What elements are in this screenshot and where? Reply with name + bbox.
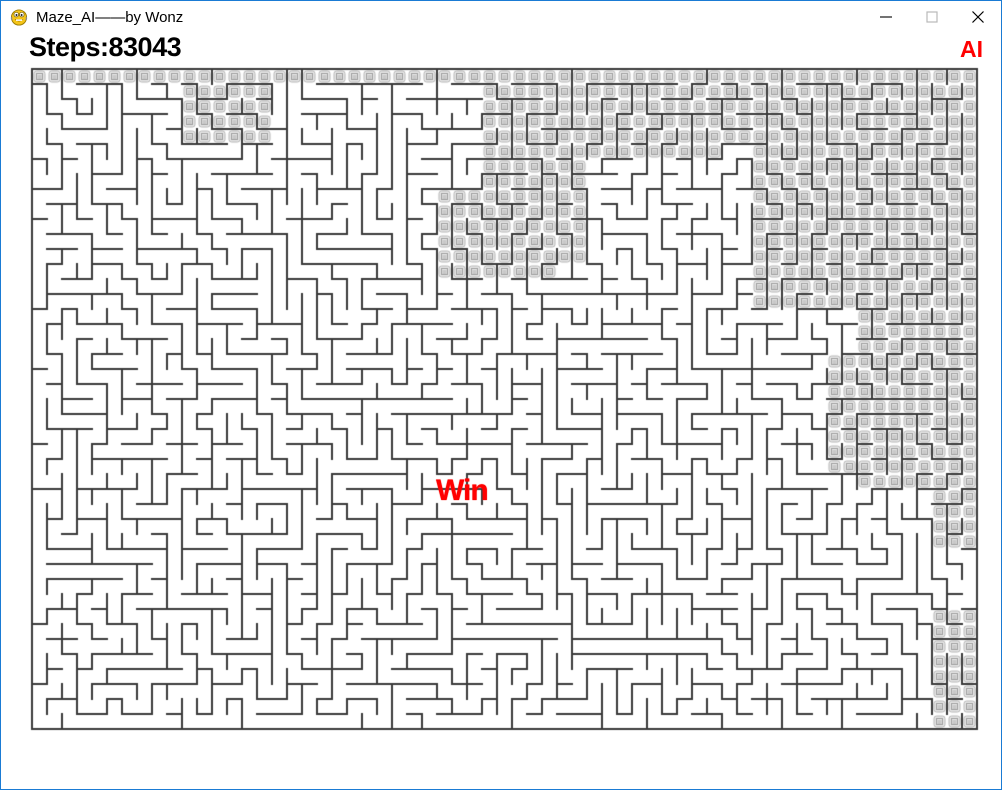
maximize-button[interactable] (909, 1, 955, 33)
window-controls (863, 1, 1001, 33)
maze-ai-window: Maze_AI——by Wonz Steps:83043 AI Win (0, 0, 1002, 790)
minimize-button[interactable] (863, 1, 909, 33)
maximize-icon (920, 5, 944, 29)
ai-mode-badge: AI (960, 36, 983, 62)
minimize-icon (874, 5, 898, 29)
close-icon (966, 5, 990, 29)
smiley-face-icon (10, 8, 28, 26)
client-area-blank (1, 747, 1001, 789)
close-button[interactable] (955, 1, 1001, 33)
maze-canvas[interactable] (1, 67, 1001, 747)
maze-board[interactable]: Win (1, 67, 1001, 747)
title-bar: Maze_AI——by Wonz (1, 1, 1001, 34)
header-strip: Steps:83043 AI (1, 32, 1001, 68)
steps-counter: Steps:83043 (29, 32, 182, 62)
window-title: Maze_AI——by Wonz (36, 8, 184, 26)
